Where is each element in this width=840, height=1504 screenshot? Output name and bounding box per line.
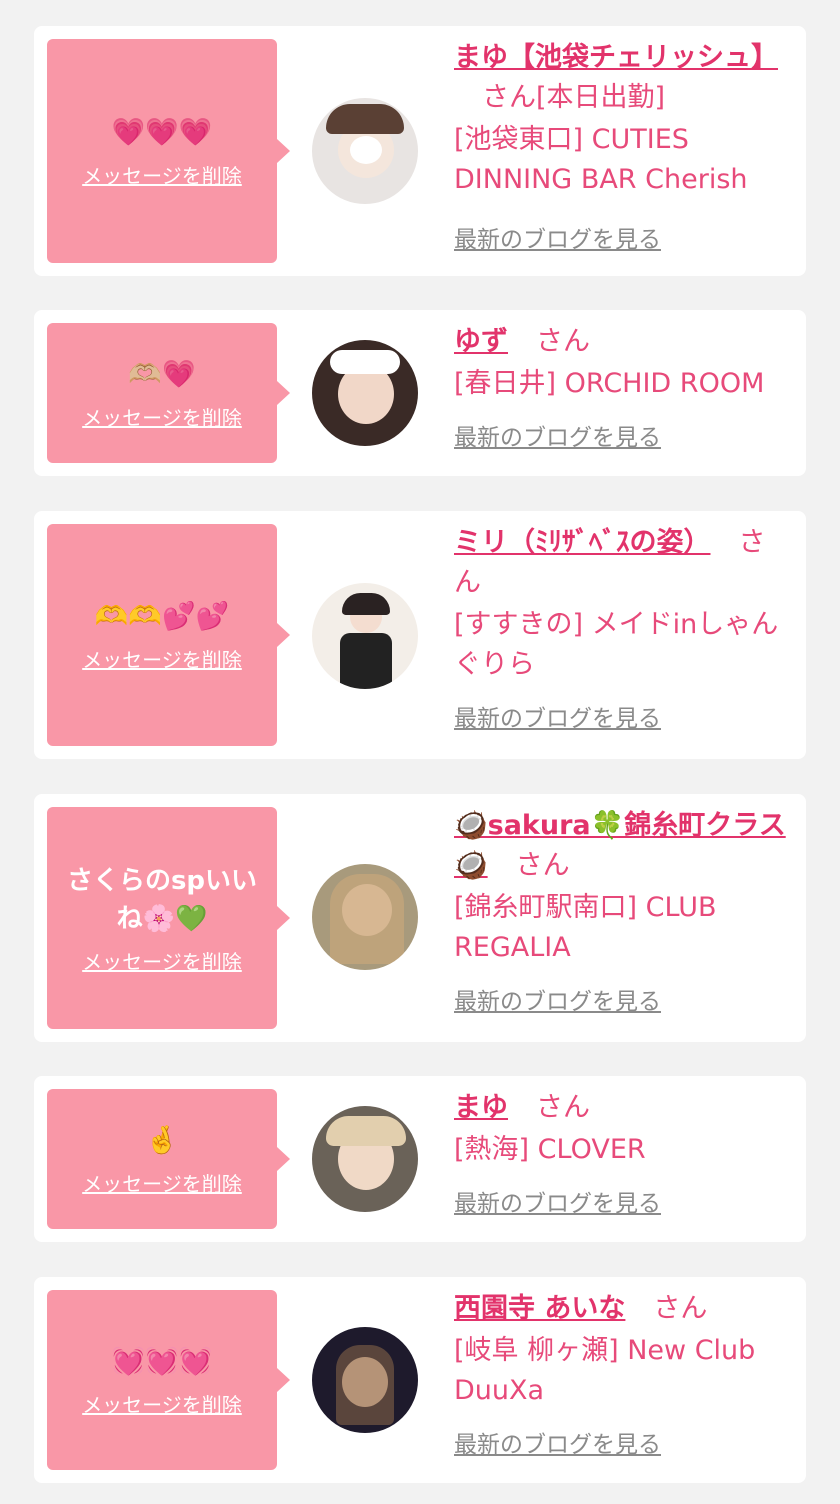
list-item: 🤞 メッセージを削除 まゆ さん [熱海] CLOVER 最新のブログを見る [34, 1076, 806, 1242]
delete-message-link[interactable]: メッセージを削除 [82, 402, 242, 431]
avatar[interactable] [312, 340, 418, 446]
member-info: ゆず さん [春日井] ORCHID ROOM 最新のブログを見る [454, 322, 792, 458]
member-name-link[interactable]: 西園寺 あいな [454, 1293, 625, 1324]
member-name-link[interactable]: ゆず [454, 326, 508, 357]
latest-blog-link[interactable]: 最新のブログを見る [454, 418, 792, 458]
message-text: 💓💓💓 [111, 1345, 213, 1377]
member-info: まゆ【池袋チェリッシュ】さん[本日出勤] [池袋東口] CUTIES DINNI… [454, 38, 792, 260]
avatar[interactable] [312, 98, 418, 204]
member-info: まゆ さん [熱海] CLOVER 最新のブログを見る [454, 1088, 792, 1224]
honorific: さん [536, 1092, 590, 1123]
list-item: 🫶🫶💕💕 メッセージを削除 ミリ（ﾐﾘｻﾞﾍﾞｽの姿） さん [すすきの] メイド… [34, 511, 806, 759]
delete-message-link[interactable]: メッセージを削除 [82, 1389, 242, 1418]
store-name: [岐阜 柳ヶ瀬] New Club DuuXa [454, 1335, 756, 1406]
message-bubble: 🫶🏼💗 メッセージを削除 [47, 323, 290, 463]
honorific: さん [536, 326, 590, 357]
message-bubble: 🫶🫶💕💕 メッセージを削除 [47, 524, 290, 746]
member-name-link[interactable]: ミリ（ﾐﾘｻﾞﾍﾞｽの姿） [454, 527, 711, 558]
delete-message-link[interactable]: メッセージを削除 [82, 1168, 242, 1197]
delete-message-link[interactable]: メッセージを削除 [82, 644, 242, 673]
message-text: 🫶🫶💕💕 [94, 600, 230, 632]
list-item: 💗💗💗 メッセージを削除 まゆ【池袋チェリッシュ】さん[本日出勤] [池袋東口]… [34, 26, 806, 276]
today-badge: [本日出勤] [536, 82, 666, 113]
member-info: 🥥sakura🍀錦糸町クラス🥥 さん [錦糸町駅南口] CLUB REGALIA … [454, 806, 792, 1022]
delete-message-link[interactable]: メッセージを削除 [82, 946, 242, 975]
latest-blog-link[interactable]: 最新のブログを見る [454, 220, 792, 260]
message-bubble: さくらのspいいね🌸💚 メッセージを削除 [47, 807, 290, 1029]
avatar[interactable] [312, 1106, 418, 1212]
store-name: [錦糸町駅南口] CLUB REGALIA [454, 892, 717, 963]
latest-blog-link[interactable]: 最新のブログを見る [454, 982, 792, 1022]
list-item: 💓💓💓 メッセージを削除 西園寺 あいな さん [岐阜 柳ヶ瀬] New Club… [34, 1277, 806, 1483]
honorific: さん [482, 82, 536, 113]
store-name: [春日井] ORCHID ROOM [454, 368, 765, 399]
message-text: さくらのspいいね🌸💚 [66, 865, 258, 934]
message-bubble: 💓💓💓 メッセージを削除 [47, 1290, 290, 1470]
honorific: さん [653, 1293, 708, 1324]
list-item: さくらのspいいね🌸💚 メッセージを削除 🥥sakura🍀錦糸町クラス🥥 さん [… [34, 794, 806, 1042]
message-text: 💗💗💗 [111, 116, 213, 148]
store-name: [熱海] CLOVER [454, 1134, 646, 1165]
avatar[interactable] [312, 1327, 418, 1433]
member-name-link[interactable]: まゆ【池袋チェリッシュ】 [454, 42, 778, 73]
avatar[interactable] [312, 864, 418, 970]
message-text: 🤞 [145, 1124, 179, 1156]
member-name-link[interactable]: 🥥sakura🍀錦糸町クラス🥥 [454, 810, 786, 881]
honorific: さん [515, 850, 570, 881]
message-bubble: 🤞 メッセージを削除 [47, 1089, 290, 1229]
message-bubble: 💗💗💗 メッセージを削除 [47, 39, 290, 263]
delete-message-link[interactable]: メッセージを削除 [82, 160, 242, 189]
latest-blog-link[interactable]: 最新のブログを見る [454, 699, 792, 739]
store-name: [池袋東口] CUTIES DINNING BAR Cherish [454, 124, 748, 195]
member-info: ミリ（ﾐﾘｻﾞﾍﾞｽの姿） さん [すすきの] メイドinしゃんぐりら 最新のブロ… [454, 523, 792, 739]
message-text: 🫶🏼💗 [128, 358, 196, 390]
avatar[interactable] [312, 583, 418, 689]
latest-blog-link[interactable]: 最新のブログを見る [454, 1425, 792, 1465]
latest-blog-link[interactable]: 最新のブログを見る [454, 1184, 792, 1224]
message-list: 💗💗💗 メッセージを削除 まゆ【池袋チェリッシュ】さん[本日出勤] [池袋東口]… [0, 0, 840, 1504]
member-name-link[interactable]: まゆ [454, 1092, 508, 1123]
store-name: [すすきの] メイドinしゃんぐりら [454, 609, 779, 680]
list-item: 🫶🏼💗 メッセージを削除 ゆず さん [春日井] ORCHID ROOM 最新のブ… [34, 310, 806, 476]
member-info: 西園寺 あいな さん [岐阜 柳ヶ瀬] New Club DuuXa 最新のブログ… [454, 1289, 792, 1465]
